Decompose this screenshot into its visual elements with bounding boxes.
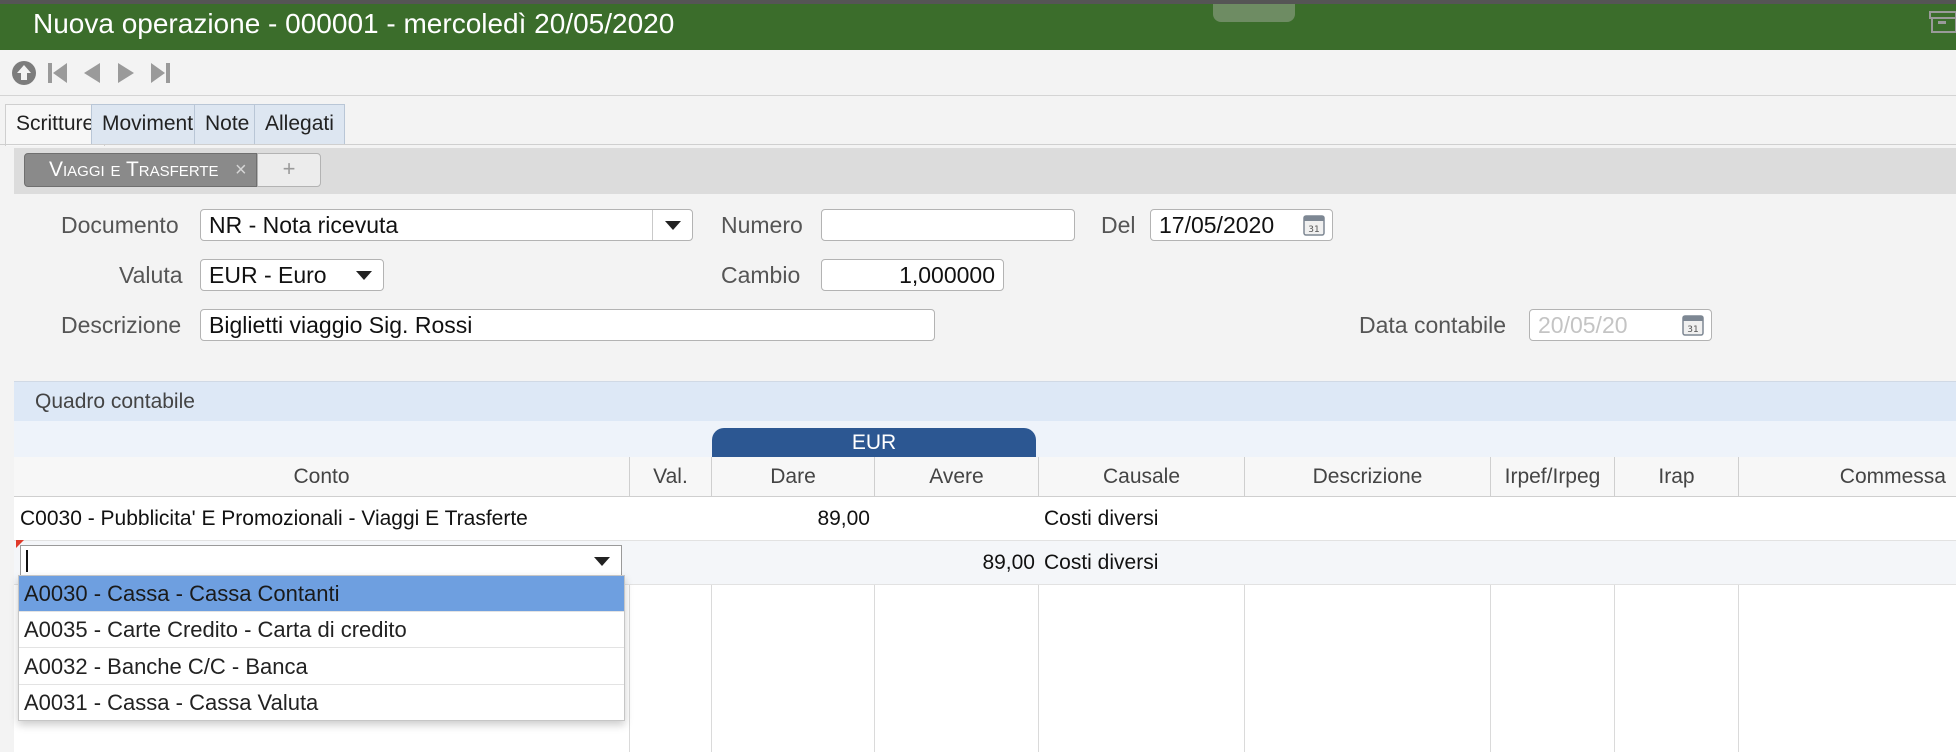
svg-text:31: 31 <box>1687 325 1698 335</box>
last-record-icon[interactable] <box>142 55 178 91</box>
data-contabile-input[interactable]: 20/05/20 31 <box>1529 309 1712 341</box>
cambio-label: Cambio <box>721 262 801 288</box>
subtab-viaggi-e-trasferte[interactable]: Viaggi e Trasferte <box>24 153 257 187</box>
documento-select[interactable]: NR - Nota ricevuta <box>200 209 693 241</box>
numero-label: Numero <box>721 212 803 238</box>
quadro-header <box>14 381 1956 421</box>
window-title: Nuova operazione - 000001 - mercoledì 20… <box>33 8 675 39</box>
dropdown-option[interactable]: A0030 - Cassa - Cassa Contanti <box>19 576 624 612</box>
row-avere[interactable]: 89,00 <box>875 541 1035 585</box>
descrizione-input[interactable]: Biglietti viaggio Sig. Rossi <box>200 309 935 341</box>
documento-value: NR - Nota ricevuta <box>209 212 399 238</box>
chevron-down-icon[interactable] <box>652 210 692 240</box>
valuta-value: EUR - Euro <box>209 262 327 288</box>
row-causale[interactable]: Costi diversi <box>1044 541 1242 585</box>
conto-dropdown-list: A0030 - Cassa - Cassa Contanti A0035 - C… <box>18 575 625 721</box>
valuta-select[interactable]: EUR - Euro <box>200 259 384 291</box>
close-icon[interactable]: × <box>235 160 247 180</box>
quadro-title: Quadro contabile <box>35 390 195 413</box>
dropdown-option[interactable]: A0035 - Carte Credito - Carta di credito <box>19 612 624 648</box>
calendar-icon[interactable]: 31 <box>1681 313 1705 340</box>
del-date-input[interactable]: 17/05/2020 31 <box>1150 209 1333 241</box>
toolbar <box>0 50 1956 96</box>
documento-label: Documento <box>61 212 179 238</box>
text-caret <box>26 550 28 572</box>
row-causale[interactable]: Costi diversi <box>1044 497 1242 541</box>
col-header-commessa[interactable]: Commessa <box>1739 457 1956 497</box>
row-dare[interactable]: 89,00 <box>712 497 870 541</box>
col-header-irap[interactable]: Irap <box>1615 457 1739 497</box>
calendar-icon[interactable]: 31 <box>1302 213 1326 240</box>
add-subtab-button[interactable]: + <box>257 153 321 187</box>
col-header-avere[interactable]: Avere <box>875 457 1039 497</box>
dropdown-option[interactable]: A0032 - Banche C/C - Banca <box>19 649 624 685</box>
drag-handle[interactable] <box>1213 4 1295 22</box>
col-header-val[interactable]: Val. <box>630 457 712 497</box>
data-contabile-label: Data contabile <box>1359 312 1507 338</box>
valuta-label: Valuta <box>119 262 183 288</box>
col-header-causale[interactable]: Causale <box>1039 457 1245 497</box>
descrizione-label: Descrizione <box>61 312 182 338</box>
col-header-descrizione[interactable]: Descrizione <box>1245 457 1491 497</box>
dropdown-option[interactable]: A0031 - Cassa - Cassa Valuta <box>19 685 624 721</box>
svg-text:31: 31 <box>1308 225 1319 235</box>
chevron-down-icon[interactable] <box>583 546 621 576</box>
chevron-down-icon[interactable] <box>345 260 383 290</box>
col-header-dare[interactable]: Dare <box>712 457 875 497</box>
col-header-irpef[interactable]: Irpef/Irpeg <box>1491 457 1615 497</box>
tab-allegati[interactable]: Allegati <box>254 104 345 144</box>
archive-icon[interactable] <box>1928 8 1956 41</box>
previous-record-icon[interactable] <box>74 55 110 91</box>
next-record-icon[interactable] <box>108 55 144 91</box>
data-contabile-placeholder: 20/05/20 <box>1538 312 1628 338</box>
first-record-icon[interactable] <box>40 55 76 91</box>
row-conto[interactable]: C0030 - Pubblicita' E Promozionali - Via… <box>20 497 626 541</box>
currency-group-header: EUR <box>712 428 1036 458</box>
tab-note[interactable]: Note <box>194 104 261 144</box>
numero-input[interactable] <box>821 209 1075 241</box>
tab-divider <box>0 144 1956 145</box>
del-label: Del <box>1101 212 1136 238</box>
conto-combobox-input[interactable] <box>20 545 622 577</box>
del-date-value: 17/05/2020 <box>1159 212 1275 238</box>
upload-icon[interactable] <box>6 55 42 91</box>
tab-movimenti[interactable]: Movimenti <box>91 104 209 144</box>
col-header-conto[interactable]: Conto <box>14 457 630 497</box>
cambio-input[interactable]: 1,000000 <box>821 259 1004 291</box>
